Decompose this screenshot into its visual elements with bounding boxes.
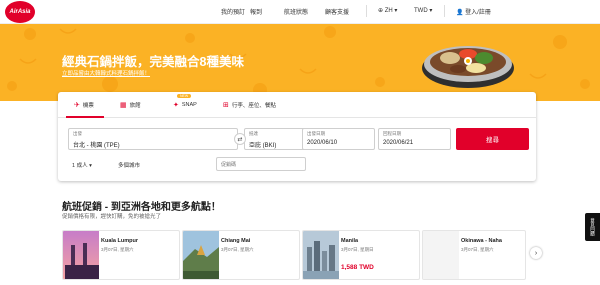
active-tab-indicator	[66, 116, 104, 118]
login-label: 登入/註冊	[465, 10, 491, 16]
search-tabs: ✈ 機票 ▦ 旅館 NEW ✦ SNAP ⊞ 行李、座位、餐點	[58, 92, 536, 118]
user-icon: 👤	[456, 10, 464, 16]
promo-date: 3月07日, 星期六	[101, 247, 134, 252]
tab-addons[interactable]: ⊞ 行李、座位、餐點	[223, 101, 276, 109]
promo-city: Kuala Lumpur	[101, 238, 138, 244]
bag-icon: ⊞	[223, 102, 229, 109]
nav-divider	[444, 5, 445, 17]
hero-subtitle-link[interactable]: 立即品嘗由大韓韓式料理石鍋拌飯！	[62, 69, 150, 77]
page: AirAsia 我的預訂 報到 航班狀態 顧客支援 ⊕ ZH ▾ TWD ▾ 👤…	[0, 0, 600, 285]
airasia-logo[interactable]: AirAsia	[5, 1, 35, 23]
hotel-icon: ▦	[120, 102, 127, 109]
swap-icon[interactable]: ⇄	[234, 133, 246, 145]
login-link[interactable]: 👤 登入/註冊	[456, 7, 491, 16]
nav-divider	[366, 5, 367, 17]
manila-image	[303, 231, 339, 279]
tab-label: 旅館	[129, 103, 141, 109]
origin-field[interactable]: 出發 台北 - 桃園 (TPE)	[68, 128, 238, 150]
passenger-value: 1 成人	[72, 163, 88, 169]
flight-search-card: ✈ 機票 ▦ 旅館 NEW ✦ SNAP ⊞ 行李、座位、餐點 出發 台北 - …	[58, 92, 536, 181]
chevron-down-icon: ▾	[429, 8, 433, 14]
promo-city: Okinawa - Naha	[461, 238, 502, 244]
promo-date: 3月07日, 星期日	[341, 247, 374, 252]
top-nav: AirAsia 我的預訂 報到 航班狀態 顧客支援 ⊕ ZH ▾ TWD ▾ 👤…	[0, 0, 600, 24]
okinawa-image	[423, 231, 459, 279]
new-badge: NEW	[177, 94, 192, 98]
destination-value: 亞庇 (BKI)	[249, 143, 277, 149]
depart-date-label: 出發日期	[307, 131, 325, 136]
origin-label: 出發	[73, 131, 82, 136]
return-date-label: 回程日期	[383, 131, 401, 136]
kuala-lumpur-image	[63, 231, 99, 279]
multi-city-link[interactable]: 多個城市	[118, 161, 140, 169]
depart-date-field[interactable]: 出發日期 2020/06/10	[302, 128, 375, 150]
promo-city: Chiang Mai	[221, 238, 251, 244]
chevron-right-icon[interactable]: ›	[530, 247, 542, 259]
nav-flight-status[interactable]: 航班狀態	[284, 7, 308, 16]
return-date-value: 2020/06/21	[383, 140, 414, 146]
promo-title: 航班促銷 - 到亞洲各地和更多航點！	[62, 202, 221, 213]
destination-label: 抵達	[249, 131, 258, 136]
nav-support[interactable]: 顧客支援	[325, 7, 349, 16]
origin-value: 台北 - 桃園 (TPE)	[73, 143, 120, 149]
currency-selector[interactable]: TWD ▾	[414, 7, 432, 14]
globe-icon: ⊕	[378, 8, 384, 14]
search-button[interactable]: 搜尋	[456, 128, 529, 150]
chevron-down-icon: ▾	[394, 8, 398, 14]
tab-snap[interactable]: ✦ SNAP	[173, 101, 197, 109]
language-selector[interactable]: ⊕ ZH ▾	[378, 7, 397, 14]
promo-card[interactable]: Okinawa - Naha 3月07日, 星期六	[422, 230, 526, 280]
promo-price: 1,588 TWD	[341, 264, 374, 271]
promo-card[interactable]: Manila 3月07日, 星期日 1,588 TWD	[302, 230, 420, 280]
chiang-mai-image	[183, 231, 219, 279]
tab-flights[interactable]: ✈ 機票	[74, 101, 94, 109]
promo-subtitle: 促銷價格有限，趕快訂購，免的被搶光了	[62, 214, 162, 220]
nav-checkin[interactable]: 報到	[250, 7, 262, 16]
hero-banner[interactable]: 經典石鍋拌飯，完美融合8種美味 立即品嘗由大韓韓式料理石鍋拌飯！	[0, 24, 600, 101]
tab-label: SNAP	[181, 102, 197, 108]
promo-city: Manila	[341, 238, 359, 244]
passenger-selector[interactable]: 1 成人 ▾	[72, 161, 92, 169]
hero-title: 經典石鍋拌飯，完美融合8種美味	[62, 55, 244, 69]
snap-icon: ✦	[173, 102, 179, 109]
depart-date-value: 2020/06/10	[307, 140, 338, 146]
tab-label: 機票	[82, 103, 94, 109]
bibimbap-image	[422, 46, 514, 88]
tab-label: 行李、座位、餐點	[231, 103, 276, 109]
return-date-field[interactable]: 回程日期 2020/06/21	[378, 128, 451, 150]
currency-value: TWD	[414, 8, 428, 14]
nav-my-bookings[interactable]: 我的預訂	[221, 7, 245, 16]
promo-code-input[interactable]: 促銷碼	[216, 157, 306, 171]
promo-date: 3月07日, 星期六	[221, 247, 254, 252]
promo-date: 3月07日, 星期六	[461, 247, 494, 252]
promo-card[interactable]: Kuala Lumpur 3月07日, 星期六	[62, 230, 180, 280]
tab-hotels[interactable]: ▦ 旅館	[120, 101, 141, 109]
feedback-tab[interactable]: 意見回饋	[585, 213, 600, 241]
language-value: ZH	[384, 8, 393, 14]
plane-icon: ✈	[74, 102, 80, 109]
chevron-down-icon: ▾	[89, 163, 92, 169]
promo-card[interactable]: Chiang Mai 3月07日, 星期六	[182, 230, 300, 280]
